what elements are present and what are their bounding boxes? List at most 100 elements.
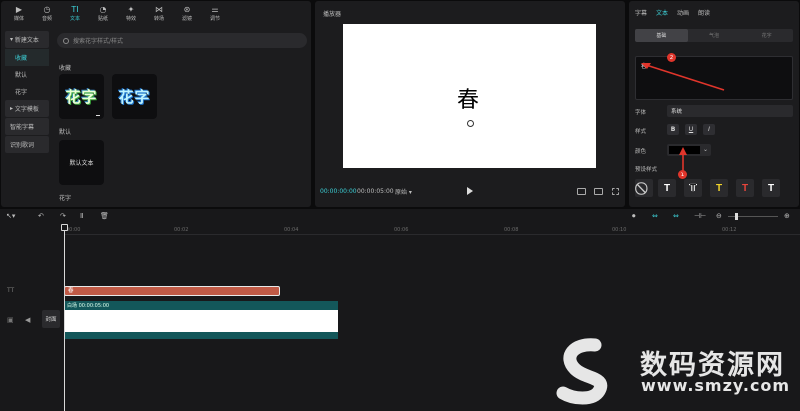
microphone-icon[interactable]: ⏺ bbox=[632, 212, 636, 221]
ratio-select[interactable]: 原始 ▾ bbox=[395, 187, 412, 196]
inspector-tabs: 字幕 文本 动画 朗读 bbox=[635, 8, 710, 17]
subtab-basic[interactable]: 基础 bbox=[635, 29, 688, 42]
font-select[interactable]: 系统 bbox=[667, 105, 793, 117]
ruler-tick: 00:00 bbox=[66, 227, 81, 233]
default-text-card[interactable]: 默认文本 bbox=[59, 140, 104, 185]
sidebar-item-new-text[interactable]: ▾ 新建文本 bbox=[5, 31, 49, 48]
aspect-icon[interactable] bbox=[594, 187, 603, 195]
duration: 00:00:05:00 bbox=[357, 187, 394, 195]
preset-style-2[interactable]: T bbox=[684, 179, 702, 197]
sidebar-item-favorites[interactable]: 收藏 bbox=[5, 49, 49, 66]
annotation-badge-2: 2 bbox=[667, 53, 676, 62]
split-icon[interactable]: Ⅱ bbox=[80, 212, 83, 220]
download-icon bbox=[96, 111, 100, 116]
tab-text[interactable]: 文本 bbox=[656, 8, 668, 17]
text-icon: TI bbox=[71, 4, 79, 14]
flower-text-card-green[interactable]: 花字 bbox=[59, 74, 104, 119]
audio-mute-icon[interactable]: ◀ bbox=[25, 316, 30, 324]
preset-style-1[interactable]: T bbox=[658, 179, 676, 197]
watermark-logo bbox=[556, 338, 608, 405]
ruler-tick: 00:10 bbox=[612, 227, 627, 233]
subtab-bubble[interactable]: 气泡 bbox=[688, 29, 741, 42]
inspector-panel: 字幕 文本 动画 朗读 基础 气泡 花字 春 2 字体 系统 样式 B U I … bbox=[629, 1, 799, 207]
preset-label: 预设样式 bbox=[635, 167, 658, 173]
snap-icon[interactable]: ⇔ bbox=[673, 212, 679, 220]
top-toolbar: ▶ 媒体 ◷ 音频 TI 文本 ◔ 贴纸 ✦ 特效 ⋈ 转场 ⊛ 滤镜 ⚌ 调节 bbox=[1, 1, 311, 25]
effects-icon: ✦ bbox=[127, 4, 135, 14]
sidebar-item-default[interactable]: 默认 bbox=[5, 66, 49, 83]
color-select[interactable]: ⌄ bbox=[667, 144, 711, 156]
time-ruler[interactable]: 00:00 00:02 00:04 00:06 00:08 00:10 00:1… bbox=[64, 225, 800, 235]
cover-button[interactable]: 封面 bbox=[42, 310, 60, 328]
watermark-url: www.smzy.com bbox=[641, 376, 791, 395]
adjust-icon: ⚌ bbox=[211, 4, 219, 14]
media-icon: ▶ bbox=[15, 4, 23, 14]
no-preset-icon[interactable]: ⃠ bbox=[635, 179, 653, 197]
ruler-tick: 00:08 bbox=[504, 227, 519, 233]
subtab-flower[interactable]: 花字 bbox=[740, 29, 793, 42]
preset-style-3[interactable]: T bbox=[710, 179, 728, 197]
text-clip[interactable]: 春 bbox=[64, 286, 280, 296]
player-panel: 播放器 春 00:00:00:00 00:00:05:00 原始 ▾ bbox=[315, 1, 625, 207]
preview-canvas[interactable]: 春 bbox=[343, 24, 596, 168]
text-sidebar: ▾ 新建文本 收藏 默认 花字 ▸ 文字模板 智能字幕 识别歌词 bbox=[5, 31, 49, 154]
sidebar-item-text-template[interactable]: ▸ 文字模板 bbox=[5, 100, 49, 117]
sidebar-item-flower[interactable]: 花字 bbox=[5, 83, 49, 100]
delete-icon[interactable]: 🗑 bbox=[100, 212, 109, 220]
flower-text-sample: 花字 bbox=[118, 88, 151, 106]
ruler-tick: 00:12 bbox=[722, 227, 737, 233]
select-tool-icon[interactable]: ↖▾ bbox=[6, 212, 15, 220]
audio-icon: ◷ bbox=[43, 4, 51, 14]
tool-filter[interactable]: ⊛ 滤镜 bbox=[173, 1, 201, 25]
media-library-panel: ▶ 媒体 ◷ 音频 TI 文本 ◔ 贴纸 ✦ 特效 ⋈ 转场 ⊛ 滤镜 ⚌ 调节 ▾ 新建文本 … bbox=[1, 1, 311, 207]
tab-read-aloud[interactable]: 朗读 bbox=[698, 8, 710, 17]
canvas-text[interactable]: 春 bbox=[457, 82, 479, 114]
undo-icon[interactable]: ↶ bbox=[38, 212, 44, 220]
preset-style-4[interactable]: T bbox=[736, 179, 754, 197]
zoom-out-icon[interactable]: ⊖ bbox=[716, 212, 722, 220]
style-label: 样式 bbox=[635, 129, 647, 135]
sidebar-item-recognize-lyrics[interactable]: 识别歌词 bbox=[5, 136, 49, 153]
ruler-tick: 00:02 bbox=[174, 227, 189, 233]
tab-animation[interactable]: 动画 bbox=[677, 8, 689, 17]
search-input[interactable]: 搜索花字样式/样式 bbox=[57, 33, 307, 48]
preview-axis-icon[interactable]: ⊣⊢ bbox=[694, 212, 706, 220]
annotation-badge-1: 1 bbox=[678, 170, 687, 179]
player-title: 播放器 bbox=[323, 11, 342, 18]
sidebar-item-smart-subtitle[interactable]: 智能字幕 bbox=[5, 118, 49, 135]
redo-icon[interactable]: ↷ bbox=[60, 212, 66, 220]
transition-icon: ⋈ bbox=[155, 4, 163, 14]
link-icon[interactable]: ⇔ bbox=[652, 212, 658, 220]
preset-style-5[interactable]: T bbox=[762, 179, 780, 197]
fullscreen-icon[interactable] bbox=[612, 187, 619, 195]
play-icon[interactable] bbox=[467, 187, 473, 195]
zoom-slider-handle[interactable] bbox=[735, 213, 738, 220]
text-track-icon: TT bbox=[7, 287, 15, 294]
bold-button[interactable]: B bbox=[667, 124, 679, 135]
tab-subtitle[interactable]: 字幕 bbox=[635, 8, 647, 17]
ruler-tick: 00:06 bbox=[394, 227, 409, 233]
tool-transition[interactable]: ⋈ 转场 bbox=[145, 1, 173, 25]
tool-text[interactable]: TI 文本 bbox=[61, 1, 89, 25]
chart-icon[interactable] bbox=[577, 187, 586, 195]
chevron-down-icon: ⌄ bbox=[702, 146, 708, 153]
underline-button[interactable]: U bbox=[685, 124, 697, 135]
rotate-handle-icon[interactable] bbox=[467, 120, 474, 127]
playhead-handle[interactable] bbox=[61, 224, 68, 231]
text-content-field[interactable]: 春 bbox=[635, 56, 793, 100]
default-heading: 默认 bbox=[59, 129, 72, 136]
tool-audio[interactable]: ◷ 音频 bbox=[33, 1, 61, 25]
tool-adjust[interactable]: ⚌ 调节 bbox=[201, 1, 229, 25]
style-sub-tabs: 基础 气泡 花字 bbox=[635, 29, 793, 42]
tool-sticker[interactable]: ◔ 贴纸 bbox=[89, 1, 117, 25]
tool-effects[interactable]: ✦ 特效 bbox=[117, 1, 145, 25]
timeline-toolbar: ↖▾ ↶ ↷ Ⅱ 🗑 ⏺ ⇔ ⇔ ⊣⊢ ⊖ ⊕ bbox=[0, 209, 800, 223]
italic-button[interactable]: I bbox=[703, 124, 715, 135]
zoom-in-icon[interactable]: ⊕ bbox=[784, 212, 790, 220]
tool-media[interactable]: ▶ 媒体 bbox=[5, 1, 33, 25]
flower-text-card-blue[interactable]: 花字 bbox=[112, 74, 157, 119]
filter-icon: ⊛ bbox=[183, 4, 191, 14]
flower-heading: 花字 bbox=[59, 195, 72, 202]
playhead[interactable] bbox=[64, 226, 65, 411]
font-label: 字体 bbox=[635, 110, 647, 116]
